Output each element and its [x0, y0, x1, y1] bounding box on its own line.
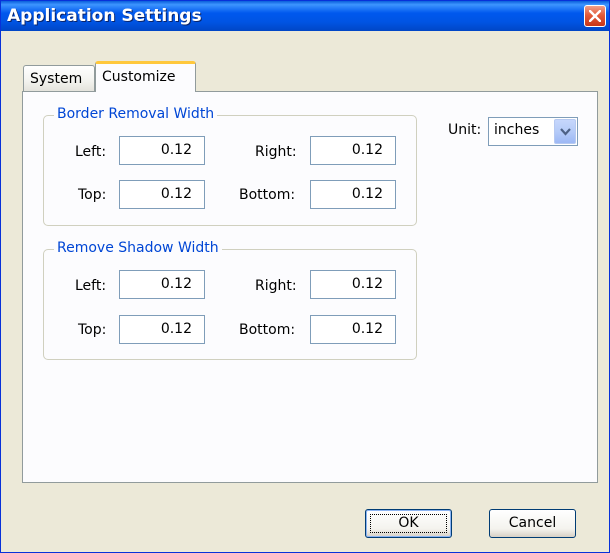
tab-customize[interactable]: Customize [95, 61, 196, 92]
shadow-left-field[interactable]: 0.12 [119, 270, 205, 299]
settings-window: Application Settings System Customize Bo… [0, 0, 610, 553]
close-icon [589, 10, 601, 22]
border-left-label: Left: [75, 144, 107, 160]
unit-dropdown-button[interactable] [554, 119, 576, 144]
remove-shadow-legend: Remove Shadow Width [54, 240, 222, 256]
border-left-field[interactable]: 0.12 [119, 136, 205, 165]
close-button[interactable] [584, 5, 606, 27]
border-removal-legend: Border Removal Width [54, 106, 218, 122]
unit-select[interactable]: inches [488, 117, 578, 146]
border-top-label: Top: [78, 187, 107, 203]
focus-rect [370, 514, 447, 533]
shadow-top-label: Top: [78, 322, 107, 338]
shadow-bottom-field[interactable]: 0.12 [310, 315, 396, 344]
border-bottom-label: Bottom: [239, 187, 296, 203]
unit-select-value: inches [494, 122, 540, 138]
unit-label: Unit: [448, 122, 482, 138]
tab-system-label: System [30, 71, 83, 87]
title-bar[interactable]: Application Settings [1, 1, 609, 31]
shadow-bottom-label: Bottom: [239, 322, 296, 338]
shadow-top-field[interactable]: 0.12 [119, 315, 205, 344]
border-right-field[interactable]: 0.12 [310, 136, 396, 165]
border-bottom-field[interactable]: 0.12 [310, 180, 396, 209]
border-top-field[interactable]: 0.12 [119, 180, 205, 209]
border-right-label: Right: [255, 144, 297, 160]
chevron-down-icon [560, 128, 571, 136]
tab-system[interactable]: System [23, 65, 95, 91]
ok-button[interactable]: OK [365, 509, 452, 538]
cancel-button[interactable]: Cancel [489, 509, 576, 538]
border-removal-group: Border Removal Width [43, 106, 417, 226]
shadow-left-label: Left: [75, 278, 107, 294]
shadow-right-field[interactable]: 0.12 [310, 270, 396, 299]
tab-customize-label: Customize [102, 69, 176, 85]
cancel-button-label: Cancel [508, 515, 557, 531]
shadow-right-label: Right: [255, 278, 297, 294]
window-title: Application Settings [7, 6, 202, 26]
